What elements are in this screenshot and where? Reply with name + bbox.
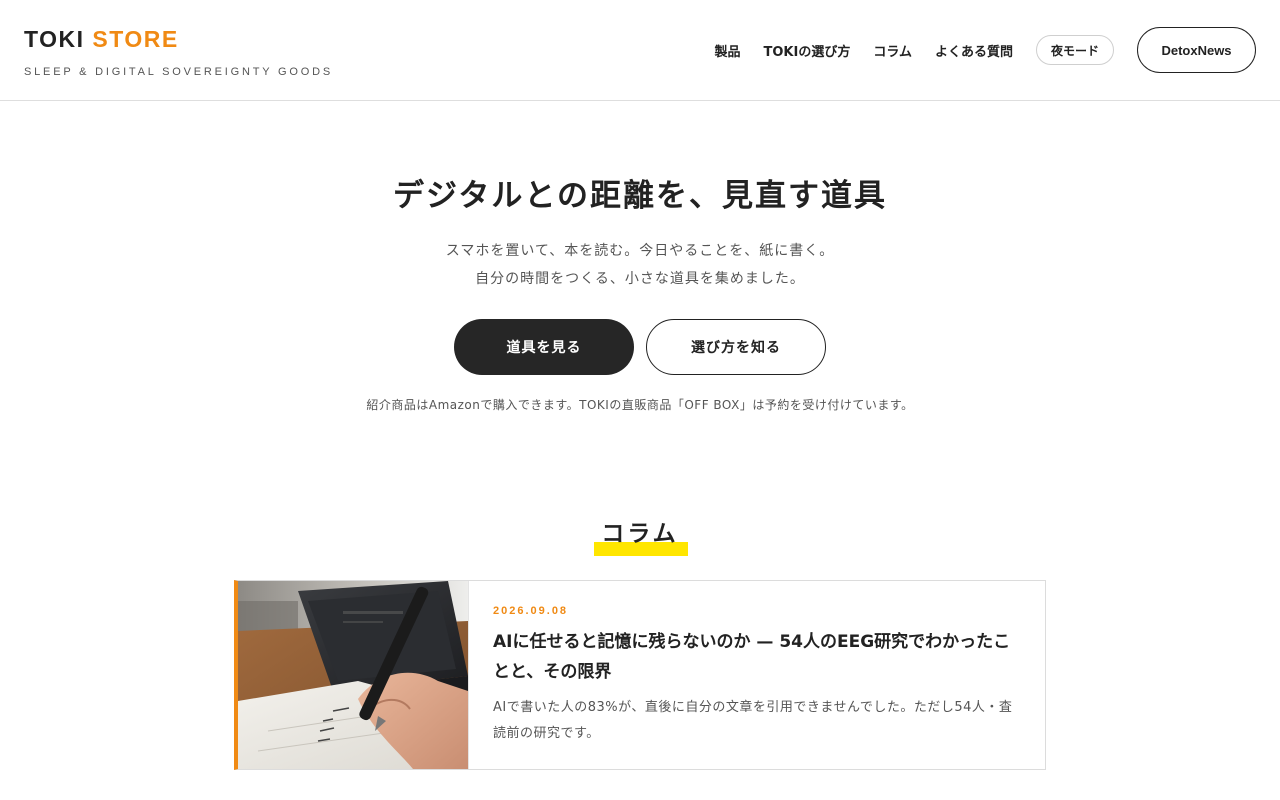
logo-main: TOKI	[24, 26, 85, 52]
nav-item-how-to-choose[interactable]: TOKIの選び方	[764, 41, 851, 60]
hero-description-line-2: 自分の時間をつくる、小さな道具を集めました。	[475, 271, 805, 287]
hero-button-row: 道具を見る 選び方を知る	[0, 319, 1280, 375]
column-section-title: コラム	[594, 514, 688, 556]
site-tagline: SLEEP & DIGITAL SOVEREIGNTY GOODS	[24, 66, 333, 78]
hero-description-line-1: スマホを置いて、本を読む。今日やることを、紙に書く。	[445, 243, 835, 259]
night-mode-toggle[interactable]: 夜モード	[1035, 35, 1114, 65]
detox-news-button[interactable]: DetoxNews	[1137, 27, 1256, 73]
nav-item-products[interactable]: 製品	[714, 41, 740, 60]
hero-title: デジタルとの距離を、見直す道具	[392, 178, 888, 214]
how-to-choose-button[interactable]: 選び方を知る	[646, 319, 826, 375]
main-nav: 製品 TOKIの選び方 コラム よくある質問 夜モード DetoxNews	[714, 27, 1256, 73]
hero-purchase-note: 紹介商品はAmazonで購入できます。TOKIの直販商品「OFF BOX」は予約…	[366, 398, 914, 412]
article-excerpt: AIで書いた人の83%が、直後に自分の文章を引用できませんでした。ただし54人・…	[493, 700, 1013, 741]
site-header: TOKI STORE SLEEP & DIGITAL SOVEREIGNTY G…	[0, 0, 1280, 101]
article-body: 2026.09.08 AIに任せると記憶に残らないのか — 54人のEEG研究で…	[468, 581, 1045, 769]
column-section-header: コラム	[0, 514, 1280, 556]
article-title[interactable]: AIに任せると記憶に残らないのか — 54人のEEG研究でわかったことと、その限…	[493, 627, 1021, 687]
article-date: 2026.09.08	[493, 605, 569, 617]
column-section-title-text: コラム	[601, 521, 679, 547]
site-logo[interactable]: TOKI STORE	[24, 26, 179, 53]
logo-accent: STORE	[92, 26, 179, 52]
nav-item-column[interactable]: コラム	[873, 41, 912, 60]
nav-item-faq[interactable]: よくある質問	[935, 41, 1013, 60]
pen-writing-notebook-photo	[238, 581, 468, 769]
column-article-card[interactable]: 2026.09.08 AIに任せると記憶に残らないのか — 54人のEEG研究で…	[234, 580, 1046, 770]
view-tools-button[interactable]: 道具を見る	[454, 319, 634, 375]
